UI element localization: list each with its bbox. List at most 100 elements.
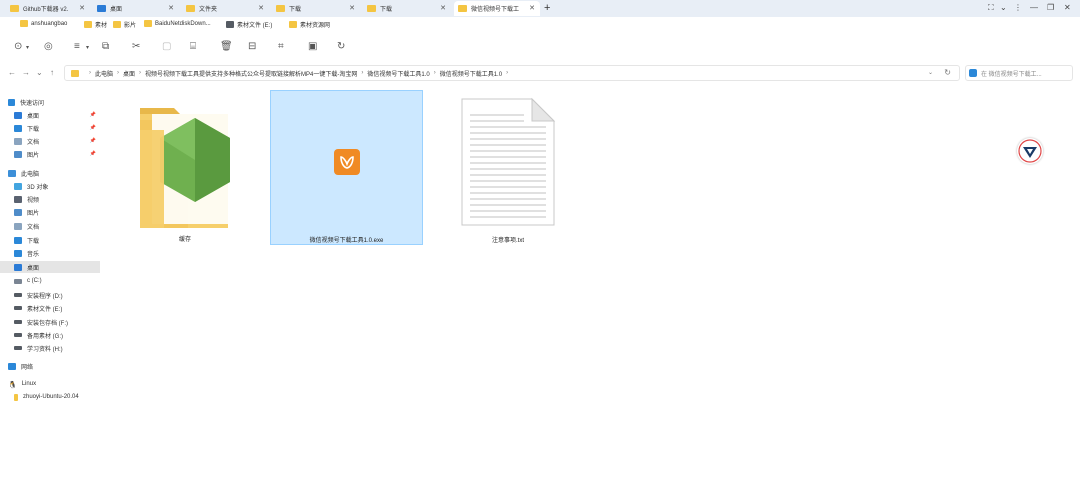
share-icon[interactable]: ⊟ xyxy=(248,41,256,52)
file-item-exe-selected[interactable]: 微信视频号下载工具1.0.exe xyxy=(270,90,423,245)
sidebar-item-this-pc[interactable]: 此电脑 xyxy=(8,167,94,179)
tab-downloads-1[interactable]: 下载 ✕ xyxy=(272,1,360,16)
crop-icon[interactable]: ⌗ xyxy=(278,41,284,52)
tab-label: 下载 xyxy=(289,7,302,13)
back-icon[interactable]: ← xyxy=(8,68,16,77)
account-icon[interactable]: ⛶ xyxy=(988,3,994,13)
floating-assistant-icon[interactable] xyxy=(1017,138,1043,164)
sidebar-item-desktop[interactable]: 桌面 xyxy=(0,261,100,273)
restore-icon[interactable]: ❐ xyxy=(1047,3,1054,12)
view-icon[interactable]: ≡ xyxy=(74,41,80,52)
sidebar-item-downloads[interactable]: 下载 xyxy=(14,234,100,246)
sidebar-item-label: 文档 xyxy=(27,139,40,146)
sidebar-item-3d-objects[interactable]: 3D 对象 xyxy=(14,180,100,192)
download-icon xyxy=(14,236,22,244)
cut-icon[interactable]: ✂ xyxy=(132,41,140,52)
breadcrumb-source-folder[interactable]: 视频号视频下载工具提供支持多种格式公众号提取链接解析MP4一键下载-淘宝网 xyxy=(145,69,357,78)
bookmark-item[interactable]: 素材文件 (E:) xyxy=(226,20,272,29)
chevron-down-icon[interactable]: ⌄ xyxy=(928,69,933,76)
sidebar-item-drive-e[interactable]: 素材文件 (E:) xyxy=(14,302,100,314)
tab-folder[interactable]: 文件夹 ✕ xyxy=(182,1,269,16)
sidebar-item-desktop-pinned[interactable]: 桌面 📌 xyxy=(14,109,100,121)
bookmark-label: 素材 xyxy=(95,23,108,29)
sidebar-item-drive-f[interactable]: 安装包存档 (F:) xyxy=(14,316,100,328)
drive-icon xyxy=(14,320,22,324)
tab-wechat-video-downloader[interactable]: 微信视频号下载工 ✕ xyxy=(454,1,540,16)
sidebar-item-pictures-pinned[interactable]: 图片 📌 xyxy=(14,148,100,160)
file-item-notes-txt[interactable]: 注意事项.txt xyxy=(458,95,558,245)
breadcrumb-current-folder[interactable]: 微信视频号下载工具1.0 xyxy=(440,69,502,78)
bookmark-label: 素材资源网 xyxy=(300,23,331,29)
sidebar-item-linux[interactable]: 🐧 Linux xyxy=(8,378,94,390)
refresh-icon[interactable]: ↻ xyxy=(944,68,951,77)
close-icon[interactable]: ✕ xyxy=(79,4,85,12)
file-name: 缓存 xyxy=(178,237,191,243)
sidebar-item-drive-h[interactable]: 学习资料 (H:) xyxy=(14,342,100,354)
minimize-icon[interactable]: — xyxy=(1030,3,1038,12)
chevron-down-icon[interactable]: ▾ xyxy=(26,44,29,51)
sidebar-item-documents[interactable]: 文档 xyxy=(14,220,100,232)
breadcrumb-this-pc[interactable]: 此电脑 xyxy=(95,69,113,78)
copy-icon[interactable]: ⧉ xyxy=(102,41,109,52)
address-bar[interactable]: › 此电脑 › 桌面 › 视频号视频下载工具提供支持多种格式公众号提取链接解析M… xyxy=(64,65,960,81)
save-icon[interactable]: ▣ xyxy=(308,41,317,52)
close-icon[interactable]: ✕ xyxy=(349,4,355,12)
up-icon[interactable]: ↑ xyxy=(50,68,54,77)
close-icon[interactable]: ✕ xyxy=(258,4,264,12)
tab-desktop[interactable]: 桌面 ✕ xyxy=(93,1,179,16)
tab-downloads-2[interactable]: 下载 ✕ xyxy=(363,1,451,16)
tab-list-chevron-icon[interactable]: ⌄ xyxy=(1000,3,1007,12)
bookmark-item[interactable]: anshuangbao xyxy=(20,20,67,27)
sidebar-item-label: 桌面 xyxy=(27,265,40,272)
delete-icon[interactable]: 🗑 xyxy=(220,41,233,52)
breadcrumb-desktop[interactable]: 桌面 xyxy=(123,69,135,78)
sidebar-item-drive-d[interactable]: 安装程序 (D:) xyxy=(14,289,100,301)
folder-icon xyxy=(186,5,195,12)
drive-icon xyxy=(226,21,234,28)
sidebar-item-music[interactable]: 音乐 xyxy=(14,247,100,259)
document-icon xyxy=(14,222,22,230)
bookmark-item[interactable]: 素材资源网 xyxy=(289,20,330,29)
pin-icon[interactable]: 📌 xyxy=(90,125,96,131)
new-tab-plus-icon[interactable]: + xyxy=(544,2,550,14)
pin-icon[interactable]: 📌 xyxy=(90,112,96,118)
sidebar-item-documents-pinned[interactable]: 文档 📌 xyxy=(14,135,100,147)
pin-icon[interactable]: 📌 xyxy=(90,151,96,157)
sidebar-item-network[interactable]: 网络 xyxy=(8,360,94,372)
bookmark-item[interactable]: BaiduNetdiskDown... xyxy=(144,20,211,27)
chevron-right-icon: › xyxy=(89,70,91,76)
sidebar-item-quick-access[interactable]: 快速访问 xyxy=(8,96,94,108)
desktop-icon xyxy=(14,111,22,119)
new-item-icon[interactable]: ⊙ xyxy=(14,41,22,52)
forward-icon[interactable]: → xyxy=(22,68,30,77)
refresh-icon[interactable]: ↻ xyxy=(337,41,345,52)
breadcrumb-tool-folder[interactable]: 微信视频号下载工具1.0 xyxy=(367,69,429,78)
sidebar-item-drive-g[interactable]: 备用素材 (G:) xyxy=(14,329,100,341)
chevron-down-icon[interactable]: ▾ xyxy=(86,44,89,51)
close-icon[interactable]: ✕ xyxy=(440,4,446,12)
recent-locations-icon[interactable]: ⌄ xyxy=(36,68,43,77)
rename-icon[interactable]: ⌸ xyxy=(190,41,196,52)
nodejs-folder-icon xyxy=(140,108,230,228)
bookmark-item[interactable]: 影片 xyxy=(113,20,136,29)
file-item-cache-folder[interactable]: 缓存 xyxy=(130,90,240,245)
close-window-icon[interactable]: ✕ xyxy=(1064,3,1071,12)
bookmark-item[interactable]: 素材 xyxy=(84,20,107,29)
chevron-right-icon: › xyxy=(139,70,142,76)
sidebar-item-label: 图片 xyxy=(27,210,40,217)
paste-icon[interactable]: ▢ xyxy=(162,41,171,52)
sidebar-item-pictures[interactable]: 图片 xyxy=(14,206,100,218)
search-box[interactable]: 在 微信视频号下载工... xyxy=(965,65,1073,81)
sidebar-item-videos[interactable]: 视频 xyxy=(14,193,100,205)
tab-label: 下载 xyxy=(380,7,393,13)
sidebar-item-drive-c[interactable]: c (C:) xyxy=(14,275,100,287)
sidebar-item-label: 此电脑 xyxy=(21,171,40,178)
close-icon[interactable]: ✕ xyxy=(529,4,535,12)
sidebar-item-downloads-pinned[interactable]: 下载 📌 xyxy=(14,122,100,134)
sidebar-item-ubuntu[interactable]: zhuoyi-Ubuntu-20.04 xyxy=(14,391,100,403)
close-icon[interactable]: ✕ xyxy=(168,4,174,12)
tab-github-downloader[interactable]: Github下载器 v2. ✕ xyxy=(6,1,90,16)
more-options-icon[interactable]: ⋮ xyxy=(1014,3,1022,12)
properties-icon[interactable]: ◎ xyxy=(44,41,53,52)
pin-icon[interactable]: 📌 xyxy=(90,138,96,144)
